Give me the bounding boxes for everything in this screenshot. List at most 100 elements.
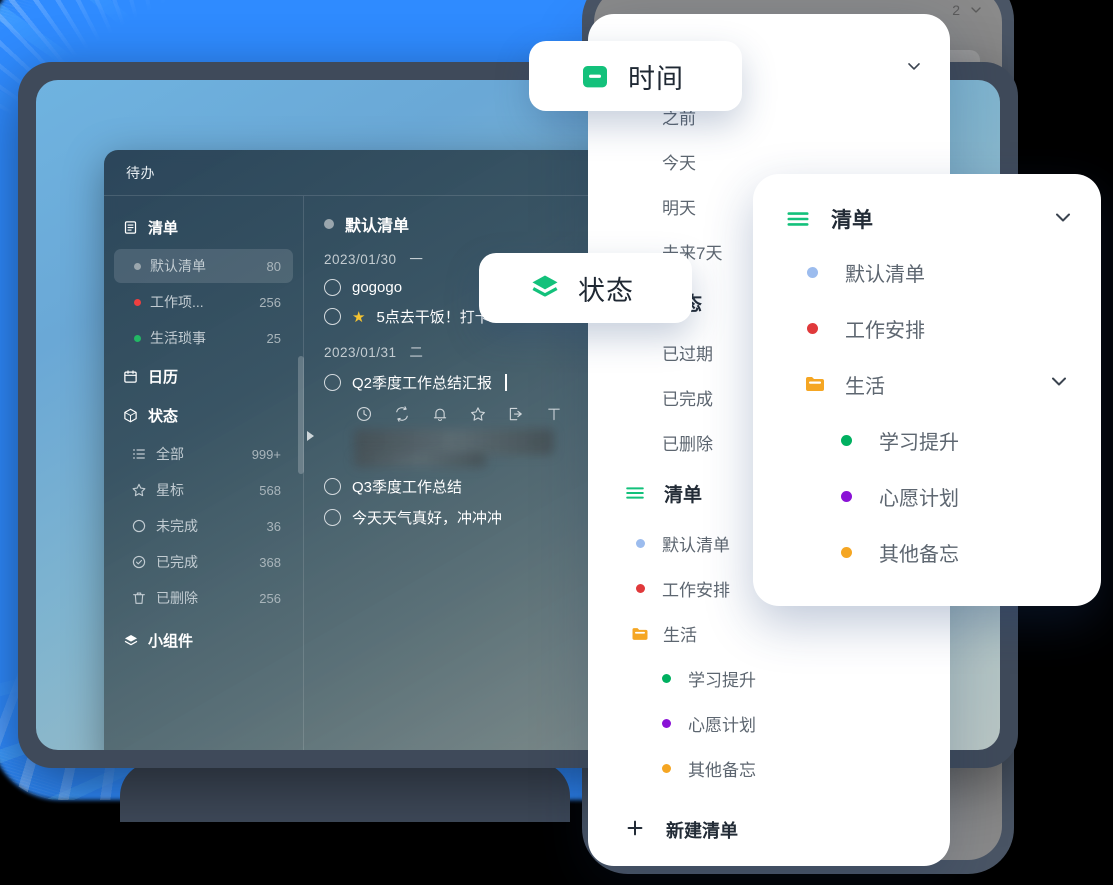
sidebar-group-lists-label: 清单 [148, 220, 179, 237]
sidebar-list-item-1[interactable]: 工作项... 256 [114, 285, 293, 319]
sidebar-scrollbar[interactable] [298, 356, 304, 475]
window-title: 待办 [126, 164, 155, 181]
chevron-down-icon[interactable] [968, 2, 984, 18]
task-checkbox[interactable] [324, 279, 341, 296]
menu-list-item-label: 默认清单 [662, 536, 730, 555]
task-checkbox[interactable] [324, 478, 341, 495]
floating-card-item-5[interactable]: 其他备忘 [753, 524, 1101, 580]
calendar-icon [122, 368, 139, 385]
list-color-dot [807, 322, 818, 334]
menu-list-item-label: 心愿计划 [688, 716, 756, 735]
floating-card-header[interactable]: 清单 [753, 194, 1101, 244]
menu-list-item-label: 其他备忘 [688, 761, 756, 780]
new-list-button[interactable]: 新建清单 [588, 805, 950, 855]
menu-list-item-3[interactable]: 学习提升 [588, 656, 950, 701]
list-color-dot [636, 584, 645, 593]
blurred-editor-content-2 [354, 453, 486, 467]
menu-list-item-label: 学习提升 [688, 671, 756, 690]
trash-icon [130, 590, 147, 607]
layers-icon [122, 632, 139, 649]
sidebar-group-status-label: 状态 [148, 408, 179, 425]
menu-lines-green-icon [624, 482, 648, 504]
list-color-dot [841, 490, 852, 502]
floating-card-item-label: 其他备忘 [879, 543, 959, 566]
menu-list-item-label: 生活 [663, 626, 697, 645]
task-text: 5点去干饭！打卡 [376, 309, 490, 326]
menu-list-item-4[interactable]: 心愿计划 [588, 701, 950, 746]
floating-card-item-4[interactable]: 心愿计划 [753, 468, 1101, 524]
screenshot-stage: 2 + 待办 [0, 0, 1113, 885]
task-row[interactable]: 今天天气真好，冲冲冲 [324, 502, 606, 533]
folder-icon [630, 624, 650, 644]
chevron-down-icon[interactable] [904, 56, 924, 81]
cube-icon [122, 407, 139, 424]
floating-card-item-1[interactable]: 工作安排 [753, 300, 1101, 356]
menu-list-item-5[interactable]: 其他备忘 [588, 746, 950, 791]
list-all-icon [130, 446, 147, 463]
task-weekday: 一 [409, 252, 424, 267]
sidebar-list-count: 256 [259, 294, 281, 310]
list-color-dot [841, 546, 852, 558]
check-circle-icon [130, 554, 147, 571]
sidebar-status-label: 未完成 [156, 518, 198, 534]
new-list-label: 新建清单 [666, 821, 738, 841]
task-checkbox[interactable] [324, 374, 341, 391]
sidebar-status-item-2[interactable]: 未完成 36 [114, 509, 293, 543]
task-list-title: 默认清单 [345, 218, 410, 235]
sidebar-group-widgets[interactable]: 小组件 [104, 621, 303, 660]
sidebar-status-label: 已删除 [156, 590, 198, 606]
sidebar-status-item-3[interactable]: 已完成 368 [114, 545, 293, 579]
floating-pill-status[interactable]: 状态 [479, 253, 692, 323]
star-icon: ★ [352, 308, 366, 326]
floating-pill-time-label: 时间 [628, 63, 684, 94]
mobile-top-counter-group[interactable]: 2 [952, 2, 984, 18]
star-icon[interactable] [468, 404, 487, 423]
sidebar-group-status[interactable]: 状态 [104, 396, 303, 435]
task-text: 今天天气真好，冲冲冲 [352, 510, 503, 527]
floating-card-item-2[interactable]: 生活 [753, 356, 1101, 412]
move-to-icon[interactable] [506, 404, 525, 423]
todo-app-window: 待办 清单 默认清单 80 工作项... 256 生活琐事 25 日历 状态 全… [104, 150, 624, 750]
task-weekday: 二 [409, 345, 424, 360]
sidebar-status-item-4[interactable]: 已删除 256 [114, 581, 293, 615]
task-checkbox[interactable] [324, 308, 341, 325]
menu-list-item-2[interactable]: 生活 [588, 611, 950, 656]
floating-card-item-label: 工作安排 [845, 319, 925, 342]
floating-card-item-3[interactable]: 学习提升 [753, 412, 1101, 468]
sidebar-list-item-0[interactable]: 默认清单 80 [114, 249, 293, 283]
task-row[interactable]: Q3季度工作总结 [324, 471, 606, 502]
floating-card-item-label: 生活 [845, 375, 885, 398]
sidebar-list-label: 工作项... [150, 294, 204, 310]
floating-card-item-0[interactable]: 默认清单 [753, 244, 1101, 300]
sidebar-status-count: 568 [259, 482, 281, 498]
task-date: 2023/01/31 [324, 345, 397, 360]
sidebar-status-item-0[interactable]: 全部 999+ [114, 437, 293, 471]
list-color-dot [662, 674, 671, 683]
sidebar-status-label: 星标 [156, 482, 184, 498]
list-color-dot [134, 298, 141, 306]
menu-lines-green-icon [785, 206, 813, 232]
sidebar-status-item-1[interactable]: 星标 568 [114, 473, 293, 507]
repeat-icon[interactable] [392, 404, 411, 423]
sidebar-expand-arrow-icon[interactable] [307, 430, 314, 441]
task-row-editing[interactable]: Q2季度工作总结汇报 [324, 367, 606, 398]
sidebar-list-item-2[interactable]: 生活琐事 25 [114, 321, 293, 355]
sidebar-status-label: 全部 [156, 446, 184, 462]
task-date-separator: 2023/01/31 二 [324, 341, 606, 361]
sidebar-list-count: 25 [266, 330, 281, 346]
text-format-icon[interactable] [544, 404, 563, 423]
chevron-down-icon[interactable] [1047, 369, 1071, 399]
floating-card-item-label: 默认清单 [845, 263, 925, 286]
list-color-dot [662, 719, 671, 728]
sidebar-group-lists[interactable]: 清单 [104, 208, 303, 247]
sidebar-group-calendar[interactable]: 日历 [104, 357, 303, 396]
clock-icon[interactable] [354, 404, 373, 423]
chevron-down-icon[interactable] [1051, 205, 1075, 234]
mobile-counter-value: 2 [952, 2, 960, 18]
calendar-green-icon [579, 60, 611, 92]
floating-pill-time[interactable]: 时间 [529, 41, 742, 111]
plus-icon [624, 817, 646, 844]
task-checkbox[interactable] [324, 509, 341, 526]
sidebar-list-label: 生活琐事 [150, 330, 206, 346]
bell-icon[interactable] [430, 404, 449, 423]
